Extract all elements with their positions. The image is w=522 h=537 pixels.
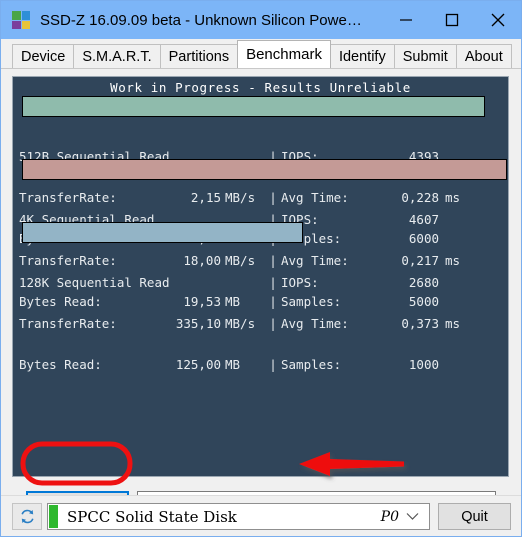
benchmark-results-panel: Work in Progress - Results Unreliable 51… <box>12 76 509 477</box>
window-title: SSD-Z 16.09.09 beta - Unknown Silicon Po… <box>40 11 362 29</box>
progress-bar-fill <box>23 160 506 179</box>
app-icon-tile-yellow <box>21 20 30 29</box>
benchmark-title: 128K Sequential Read <box>19 275 170 291</box>
bytes-read-label: Bytes Read: <box>19 356 102 372</box>
minimize-icon <box>400 19 412 21</box>
samples-value: 1000 <box>408 356 439 372</box>
application-window: SSD-Z 16.09.09 beta - Unknown Silicon Po… <box>0 0 522 537</box>
transfer-rate-unit: MB/s <box>225 315 256 331</box>
tab-smart[interactable]: S.M.A.R.T. <box>73 44 161 68</box>
tab-submit[interactable]: Submit <box>393 44 457 68</box>
app-icon <box>12 11 30 29</box>
iops-label: IOPS: <box>281 275 319 291</box>
tab-bar: Device S.M.A.R.T. Partitions Benchmark I… <box>1 39 521 68</box>
app-icon-tile-blue <box>21 11 30 20</box>
tab-benchmark[interactable]: Benchmark <box>237 40 331 68</box>
title-bar: SSD-Z 16.09.09 beta - Unknown Silicon Po… <box>1 1 521 39</box>
disk-selector-dropdown[interactable]: SPCC Solid State Disk P0 <box>47 503 430 530</box>
refresh-button[interactable] <box>12 503 42 530</box>
bytes-read-value: 125,00 <box>175 356 221 372</box>
bytes-read-unit: MB <box>225 356 241 372</box>
avg-time-label: Avg Time: <box>281 315 349 331</box>
maximize-button[interactable] <box>429 1 475 39</box>
transfer-rate-label: TransferRate: <box>19 315 117 331</box>
avg-time-unit: ms <box>445 315 461 331</box>
work-in-progress-banner: Work in Progress - Results Unreliable <box>110 80 411 95</box>
benchmark-tab-panel: Work in Progress - Results Unreliable 51… <box>1 68 521 520</box>
iops-value: 4607 <box>408 212 439 228</box>
refresh-icon <box>20 509 34 524</box>
chevron-down-icon <box>406 513 419 520</box>
close-icon <box>491 13 505 27</box>
minimize-button[interactable] <box>383 1 429 39</box>
status-bar: SPCC Solid State Disk P0 Quit <box>1 495 521 536</box>
iops-value: 2680 <box>408 275 439 291</box>
progress-bar-fill <box>23 223 302 242</box>
tab-partitions[interactable]: Partitions <box>159 44 239 68</box>
app-icon-tile-purple <box>12 20 21 29</box>
disk-name-label: SPCC Solid State Disk <box>67 507 237 526</box>
progress-bar-fill <box>23 97 484 116</box>
tab-device[interactable]: Device <box>12 44 75 68</box>
progress-bar-128k <box>22 222 303 243</box>
benchmark-stats: 128K Sequential Read | IOPS: 2680 Transf… <box>19 275 461 372</box>
avg-time-value: 0,373 <box>401 315 439 331</box>
close-button[interactable] <box>475 1 521 39</box>
maximize-icon <box>445 13 459 27</box>
samples-label: Samples: <box>281 356 342 372</box>
quit-label: Quit <box>461 508 488 525</box>
tab-about[interactable]: About <box>455 44 512 68</box>
transfer-rate-value: 335,10 <box>175 315 221 331</box>
quit-button[interactable]: Quit <box>438 503 511 530</box>
tab-identify[interactable]: Identify <box>329 44 395 68</box>
app-icon-tile-green <box>12 11 21 20</box>
disk-port-label: P0 <box>380 508 399 525</box>
progress-bar-4k <box>22 159 507 180</box>
disk-health-indicator <box>49 505 58 528</box>
progress-bar-512b <box>22 96 485 117</box>
